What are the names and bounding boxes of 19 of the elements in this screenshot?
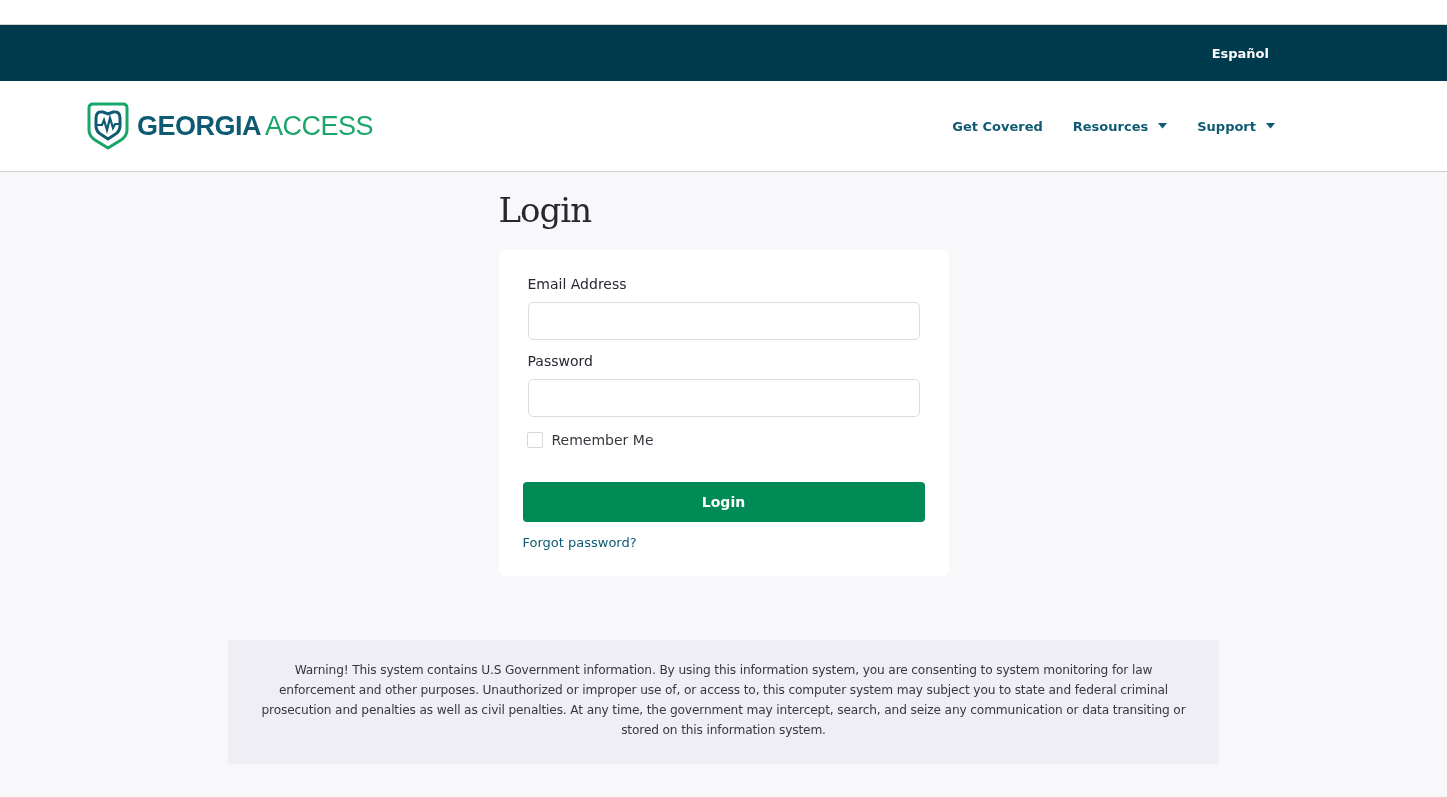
field-label: Password [527,353,594,369]
warning-text: Warning! This system contains U.S Government information. By using this information system, you are consenting to system monitoring for law enforcement and other purposes. Unauthorized or improper use of, or access to, this computer system may subject you to state and federal criminal prosecution and penalties as well as civil penalties. At any time, the government may intercept, search, and seize any communication or data transiting or stored on this information system. [260,662,1187,739]
shield-heartbeat-icon [85,102,131,150]
nav-link[interactable]: Get Covered [952,118,1043,134]
nav-link[interactable]: Resources [1072,118,1168,134]
email-field[interactable] [527,302,920,340]
checkbox[interactable] [526,432,543,448]
page-title: Login [498,190,593,230]
caret-icon [1158,123,1168,129]
checkbox-label: Remember Me [551,432,654,448]
nav-link[interactable]: Support [1197,118,1275,134]
password-field[interactable] [527,379,920,417]
caret-icon [1266,123,1275,129]
forgot-password-link[interactable]: Forgot password? [522,535,637,550]
language-link[interactable]: Español [1211,45,1269,61]
logo-wordmark: GEORGIA [137,110,261,142]
login-button[interactable]: Login [522,482,925,522]
logo-wordmark: ACCESS [265,110,374,142]
field-label: Email Address [527,276,628,292]
